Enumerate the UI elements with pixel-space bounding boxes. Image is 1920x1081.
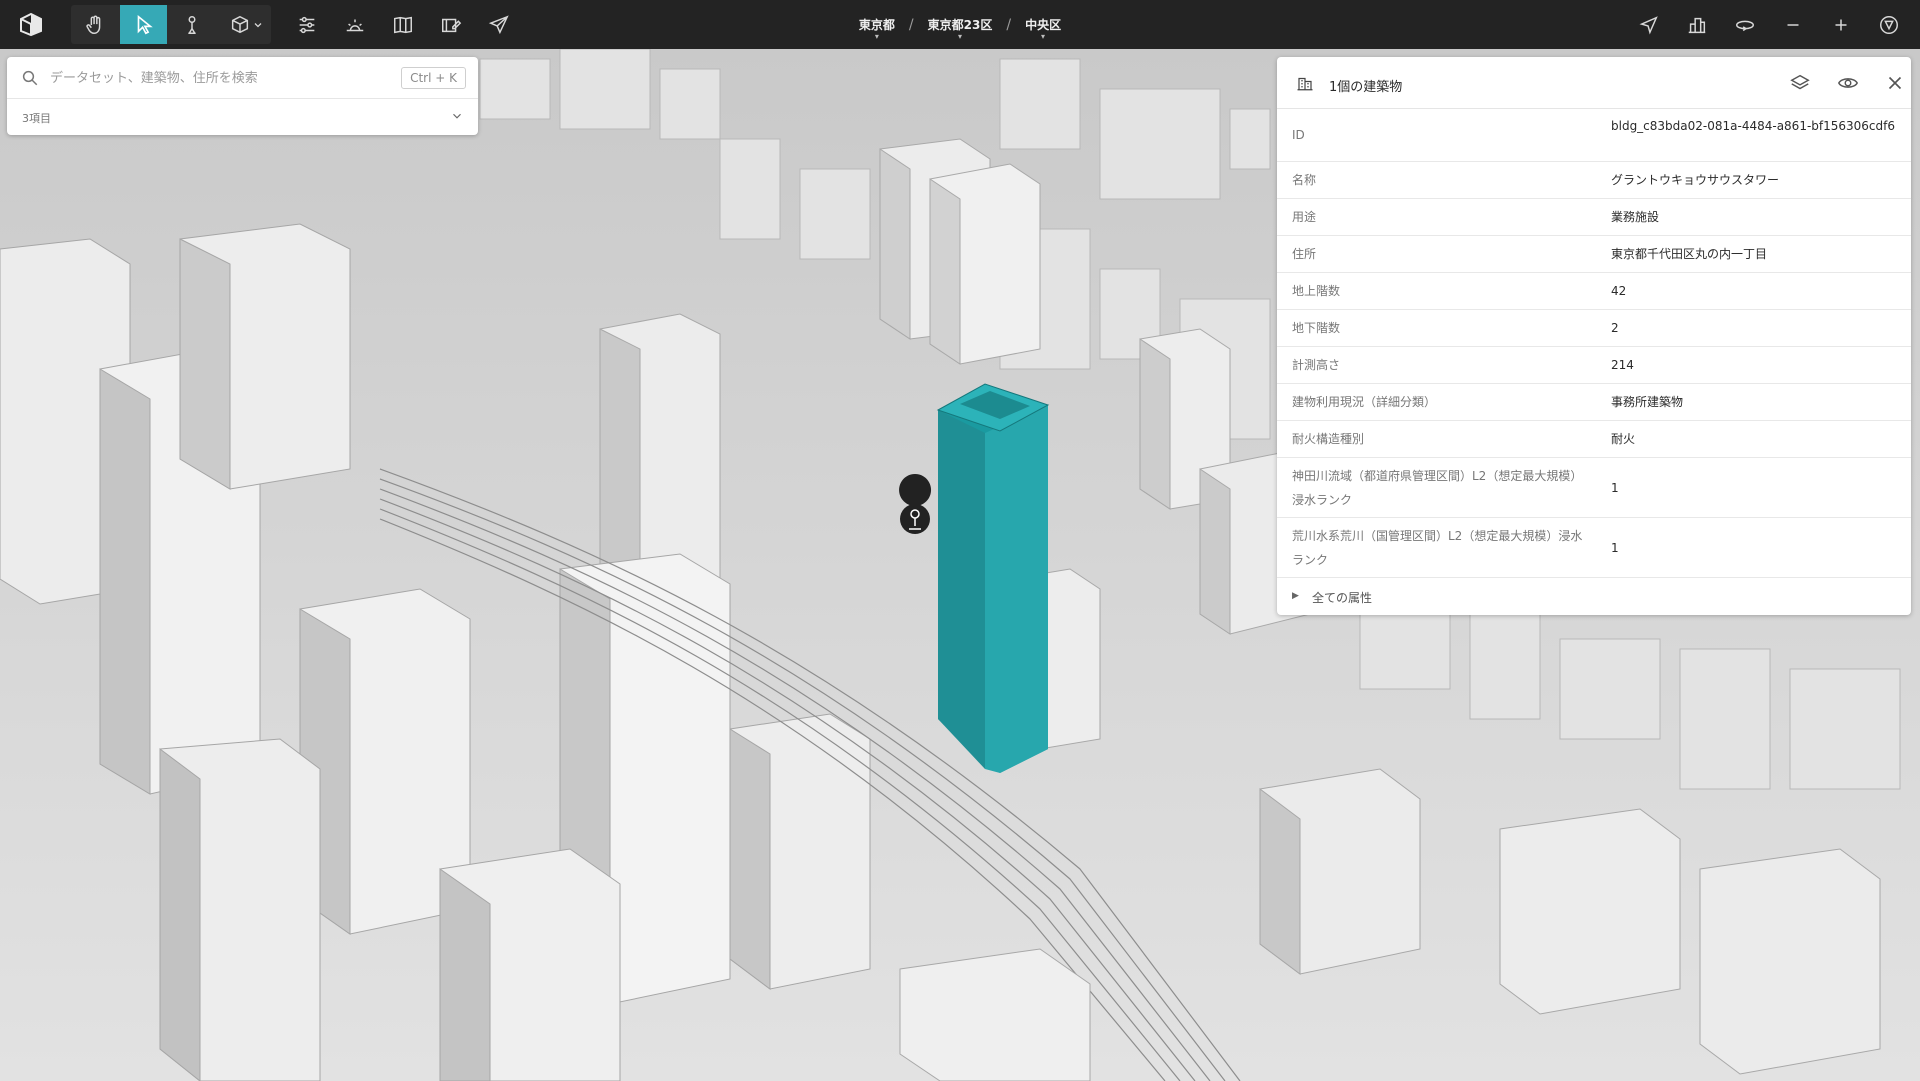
attribute-row-floors-above: 地上階数 42 — [1277, 273, 1911, 310]
attribute-row-fireproof-type: 耐火構造種別 耐火 — [1277, 421, 1911, 458]
keyboard-shortcut-hint: Ctrl + K — [401, 67, 466, 89]
attribute-row-address: 住所 東京都千代田区丸の内一丁目 — [1277, 236, 1911, 273]
edit-map-button[interactable] — [427, 5, 474, 44]
attribute-row-measured-height: 計測高さ 214 — [1277, 347, 1911, 384]
attribute-row-name: 名称 グラントウキョウサウスタワー — [1277, 162, 1911, 199]
share-button[interactable] — [475, 5, 522, 44]
select-tool-button[interactable] — [120, 5, 167, 44]
paper-plane-icon — [488, 14, 509, 34]
attribute-key: 計測高さ — [1292, 358, 1341, 372]
compass-button[interactable] — [1865, 5, 1912, 44]
attribute-key: 神田川流域（都道府県管理区間）L2（想定最大規模）浸水ランク — [1292, 469, 1583, 507]
breadcrumb-label: 東京都23区 — [927, 18, 993, 32]
cursor-arrow-icon — [137, 14, 153, 34]
attribute-key: 名称 — [1292, 173, 1317, 187]
attribute-value: 2 — [1611, 321, 1619, 335]
attribute-row-floors-below: 地下階数 2 — [1277, 310, 1911, 347]
attribute-row-kanda-flood-rank: 神田川流域（都道府県管理区間）L2（想定最大規模）浸水ランク 1 — [1277, 458, 1911, 518]
breadcrumb: 東京都 ▾ / 東京都23区 ▾ / 中央区 ▾ — [859, 0, 1061, 49]
zoom-in-button[interactable] — [1817, 5, 1864, 44]
selected-building-highlight[interactable] — [936, 383, 1050, 773]
attribute-row-id: ID bldg_c83bda02-081a-4484-a861-bf156306… — [1277, 109, 1911, 162]
breadcrumb-label: 中央区 — [1025, 18, 1062, 32]
building-layer-icon — [1688, 17, 1705, 33]
chevron-down-icon — [254, 22, 262, 27]
map-book-button[interactable] — [379, 5, 426, 44]
building-inspector-panel: 1個の建築物 ID bldg_c83bda02-081a-4484-a861-b… — [1277, 57, 1911, 615]
all-attributes-label: 全ての属性 — [1312, 591, 1373, 605]
dataset-count-toggle[interactable]: 3項目 — [7, 99, 478, 135]
attribute-key: 住所 — [1292, 247, 1317, 261]
attribute-value: bldg_c83bda02-081a-4484-a861-bf156306cdf… — [1611, 119, 1896, 133]
edit-map-icon — [441, 18, 461, 32]
pedestrian-pin-icon — [187, 15, 196, 34]
inspector-header: 1個の建築物 — [1277, 57, 1911, 109]
layers-icon[interactable] — [1789, 72, 1811, 94]
plus-icon — [1835, 19, 1846, 30]
3d-box-dropdown-button[interactable] — [248, 5, 268, 44]
search-icon — [22, 70, 38, 86]
navigation-button[interactable] — [1625, 5, 1672, 44]
breadcrumb-label: 東京都 — [858, 18, 895, 32]
attribute-value: グラントウキョウサウスタワー — [1611, 173, 1780, 187]
attribute-value: 東京都千代田区丸の内一丁目 — [1611, 247, 1768, 261]
building-layer-button[interactable] — [1673, 5, 1720, 44]
sun-horizon-button[interactable] — [331, 5, 378, 44]
attribute-key: ID — [1292, 128, 1305, 142]
chevron-down-icon — [453, 113, 461, 119]
breadcrumb-item-prefecture[interactable]: 東京都 ▾ — [858, 16, 895, 41]
attribute-value: 事務所建築物 — [1611, 395, 1684, 409]
top-toolbar: 東京都 ▾ / 東京都23区 ▾ / 中央区 ▾ — [0, 0, 1920, 49]
attribute-row-land-use-detail: 建物利用現況（詳細分類） 事務所建築物 — [1277, 384, 1911, 421]
pedestrian-tool-button[interactable] — [168, 5, 215, 44]
sliders-icon — [299, 16, 314, 33]
attribute-key: 耐火構造種別 — [1292, 432, 1365, 446]
dataset-count-label: 3項目 — [22, 112, 51, 125]
attribute-value: 耐火 — [1611, 432, 1636, 446]
breadcrumb-separator: / — [908, 16, 914, 33]
chevron-down-icon: ▾ — [957, 32, 962, 41]
attribute-value: 1 — [1611, 541, 1619, 555]
book-map-icon — [393, 16, 412, 33]
attribute-key: 建物利用現況（詳細分類） — [1292, 395, 1437, 409]
minus-icon — [1787, 23, 1798, 26]
attribute-key: 地上階数 — [1292, 284, 1341, 298]
all-attributes-toggle[interactable]: ▶ 全ての属性 — [1277, 578, 1911, 615]
app-logo-icon — [18, 11, 44, 37]
inspector-title: 1個の建築物 — [1329, 80, 1403, 95]
attribute-value: 214 — [1611, 358, 1634, 372]
hand-icon — [85, 15, 100, 34]
search-bar: Ctrl + K — [7, 57, 478, 99]
breadcrumb-separator: / — [1006, 16, 1012, 33]
attribute-key: 荒川水系荒川（国管理区間）L2（想定最大規模）浸水ランク — [1292, 529, 1583, 567]
breadcrumb-item-ward[interactable]: 中央区 ▾ — [1025, 16, 1062, 41]
attribute-key: 地下階数 — [1292, 321, 1341, 335]
attribute-value: 42 — [1611, 284, 1627, 298]
building-icon — [1297, 77, 1313, 91]
compass-icon — [1879, 15, 1898, 34]
attribute-value: 業務施設 — [1611, 210, 1660, 224]
navigation-arrow-icon — [1639, 15, 1658, 34]
settings-sliders-button[interactable] — [283, 5, 330, 44]
attribute-row-arakawa-flood-rank: 荒川水系荒川（国管理区間）L2（想定最大規模）浸水ランク 1 — [1277, 518, 1911, 578]
hand-tool-button[interactable] — [71, 5, 118, 44]
eye-icon[interactable] — [1837, 72, 1859, 94]
search-input[interactable] — [50, 66, 400, 90]
attribute-row-usage: 用途 業務施設 — [1277, 199, 1911, 236]
sunrise-icon — [346, 19, 363, 31]
triangle-right-icon: ▶ — [1292, 591, 1299, 601]
chevron-down-icon: ▾ — [874, 32, 879, 41]
breadcrumb-item-wards[interactable]: 東京都23区 ▾ — [927, 16, 993, 41]
rotate-view-button[interactable] — [1721, 5, 1768, 44]
zoom-out-button[interactable] — [1769, 5, 1816, 44]
attribute-value: 1 — [1611, 481, 1619, 495]
attribute-key: 用途 — [1292, 210, 1317, 224]
rotate-icon — [1735, 20, 1754, 31]
search-panel: Ctrl + K 3項目 — [7, 57, 478, 135]
chevron-down-icon: ▾ — [1041, 32, 1046, 41]
close-icon[interactable] — [1884, 72, 1906, 94]
